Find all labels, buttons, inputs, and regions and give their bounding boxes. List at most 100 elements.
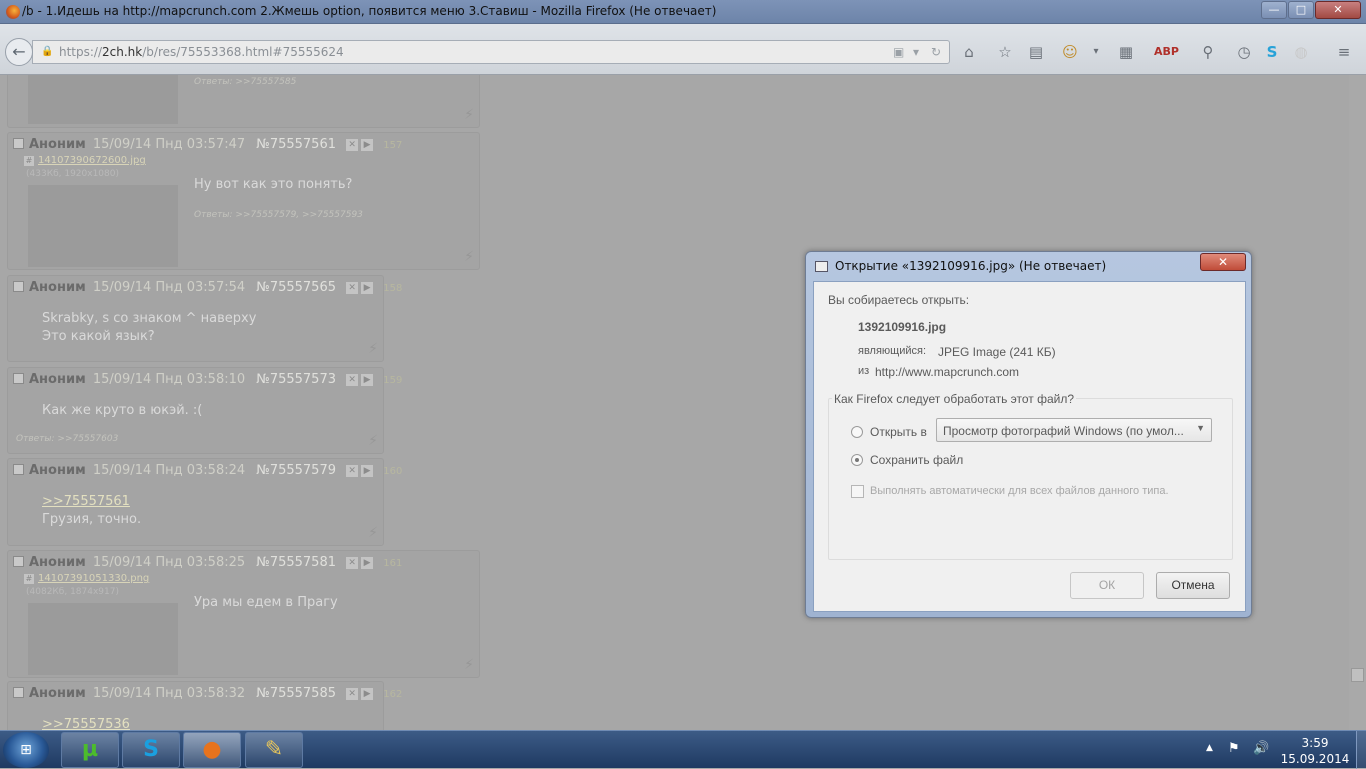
menu-icon[interactable]: ≡ xyxy=(1335,43,1353,61)
save-file-radio[interactable] xyxy=(851,454,863,466)
dialog-title: Открытие «1392109916.jpg» (Не отвечает) xyxy=(835,259,1107,273)
show-hidden-icons-icon[interactable]: ▲ xyxy=(1206,743,1213,753)
post-number[interactable]: №75557585 xyxy=(256,686,336,701)
play-icon[interactable]: ▶ xyxy=(361,557,374,569)
open-with-label[interactable]: Открыть в xyxy=(870,425,927,439)
taskbar-paint[interactable]: ✎ xyxy=(245,732,303,768)
taskbar-firefox[interactable]: ● xyxy=(183,732,241,768)
post-author: Аноним xyxy=(29,555,86,570)
addon-face-icon[interactable]: ☺ xyxy=(1061,43,1079,61)
post-number[interactable]: №75557561 xyxy=(256,137,336,152)
close-window-button[interactable]: ✕ xyxy=(1315,1,1361,19)
post-author: Аноним xyxy=(29,686,86,701)
post-thumbnail[interactable] xyxy=(28,185,178,267)
hide-post-icon[interactable]: ✕ xyxy=(346,282,359,294)
post-author: Аноним xyxy=(29,463,86,478)
open-with-select[interactable]: Просмотр фотографий Windows (по умол... … xyxy=(936,418,1212,442)
url-bar[interactable]: 🔒 https://2ch.hk/b/res/75553368.html#755… xyxy=(32,40,950,64)
utorrent-icon: µ xyxy=(81,737,99,762)
post-thumbnail[interactable] xyxy=(28,603,178,675)
hide-post-icon[interactable]: ✕ xyxy=(346,139,359,151)
window-titlebar[interactable]: /b - 1.Идешь на http://mapcrunch.com 2.Ж… xyxy=(0,0,1366,24)
open-file-dialog: Открытие «1392109916.jpg» (Не отвечает) … xyxy=(805,251,1252,618)
auto-action-checkbox[interactable] xyxy=(851,485,864,498)
post-date: 15/09/14 Пнд 03:58:10 xyxy=(92,372,246,387)
ok-button[interactable]: ОК xyxy=(1070,572,1144,599)
post-text: Ну вот как это понять? xyxy=(194,177,353,192)
home-icon[interactable]: ⌂ xyxy=(960,43,978,61)
bolt-icon: ⚡ xyxy=(464,107,474,123)
post-text: Это какой язык? xyxy=(42,329,155,344)
reader-icon[interactable]: ▣ xyxy=(893,45,904,59)
dropdown-arrow-icon[interactable]: ▾ xyxy=(913,45,919,59)
cancel-button[interactable]: Отмена xyxy=(1156,572,1230,599)
url-text[interactable]: https://2ch.hk/b/res/75553368.html#75555… xyxy=(59,45,344,59)
profile-icon[interactable]: ◍ xyxy=(1292,43,1310,61)
hide-post-icon[interactable]: ✕ xyxy=(346,374,359,386)
start-button[interactable]: ⊞ xyxy=(3,732,49,768)
post-reply-link[interactable]: >>75557561 xyxy=(42,493,130,511)
skype-icon: S xyxy=(143,737,159,762)
bolt-icon: ⚡ xyxy=(464,249,474,265)
post-checkbox[interactable] xyxy=(13,464,24,475)
play-icon[interactable]: ▶ xyxy=(361,139,374,151)
clock-time[interactable]: 3:59 xyxy=(1285,736,1345,750)
adblock-icon[interactable]: ABP xyxy=(1154,43,1179,61)
post-file-link[interactable]: 14107390672600.jpg xyxy=(24,155,146,166)
history-icon[interactable]: ◷ xyxy=(1235,43,1253,61)
dialog-close-button[interactable]: ✕ xyxy=(1200,253,1246,271)
play-icon[interactable]: ▶ xyxy=(361,688,374,700)
hide-post-icon[interactable]: ✕ xyxy=(346,688,359,700)
open-with-radio[interactable] xyxy=(851,426,863,438)
page-scrollbar[interactable] xyxy=(1349,75,1366,730)
skype-addon-icon[interactable]: S xyxy=(1263,43,1281,61)
post-replies[interactable]: Ответы: >>75557603 xyxy=(16,434,118,444)
auto-action-label[interactable]: Выполнять автоматически для всех файлов … xyxy=(870,485,1169,497)
action-center-flag-icon[interactable]: ⚑ xyxy=(1228,741,1240,756)
play-icon[interactable]: ▶ xyxy=(361,374,374,386)
bolt-icon: ⚡ xyxy=(368,525,378,541)
bolt-icon: ⚡ xyxy=(368,341,378,357)
bookmarks-menu-icon[interactable]: ▤ xyxy=(1027,43,1045,61)
post-file-link[interactable]: 14107391051330.png xyxy=(24,573,149,584)
post-thumbnail[interactable] xyxy=(28,75,178,124)
post-header: Аноним 15/09/14 Пнд 03:57:54 №75557565 ✕… xyxy=(13,280,402,295)
bookmark-star-icon[interactable]: ☆ xyxy=(996,43,1014,61)
post: Ответы: >>75557585 ⚡ xyxy=(7,75,480,128)
addon-dropdown-icon[interactable]: ▾ xyxy=(1087,43,1105,61)
play-icon[interactable]: ▶ xyxy=(361,282,374,294)
reload-icon[interactable]: ↻ xyxy=(931,45,941,59)
post-reply-link[interactable]: >>75557536 xyxy=(42,716,130,730)
file-type-label: являющийся: xyxy=(858,345,927,357)
volume-icon[interactable]: 🔊 xyxy=(1253,741,1269,756)
post-number[interactable]: №75557573 xyxy=(256,372,336,387)
feed-icon[interactable]: ▦ xyxy=(1117,43,1135,61)
save-file-label[interactable]: Сохранить файл xyxy=(870,453,963,467)
post-number[interactable]: №75557565 xyxy=(256,280,336,295)
post-replies[interactable]: Ответы: >>75557579, >>75557593 xyxy=(194,210,363,220)
show-desktop-button[interactable] xyxy=(1356,731,1366,769)
post-number[interactable]: №75557581 xyxy=(256,555,336,570)
play-icon[interactable]: ▶ xyxy=(361,465,374,477)
taskbar-utorrent[interactable]: µ xyxy=(61,732,119,768)
post-checkbox[interactable] xyxy=(13,687,24,698)
post-text: Ура мы едем в Прагу xyxy=(194,595,338,610)
clock-date[interactable]: 15.09.2014 xyxy=(1280,752,1350,766)
taskbar-skype[interactable]: S xyxy=(122,732,180,768)
post-date: 15/09/14 Пнд 03:58:32 xyxy=(92,686,246,701)
scrollbar-thumb[interactable] xyxy=(1351,668,1364,682)
post-checkbox[interactable] xyxy=(13,281,24,292)
post-checkbox[interactable] xyxy=(13,373,24,384)
post-checkbox[interactable] xyxy=(13,556,24,567)
minimize-button[interactable]: — xyxy=(1261,1,1287,19)
hide-post-icon[interactable]: ✕ xyxy=(346,557,359,569)
post-checkbox[interactable] xyxy=(13,138,24,149)
post-text: Грузия, точно. xyxy=(42,512,142,527)
post-replies[interactable]: Ответы: >>75557585 xyxy=(194,77,296,87)
post-number[interactable]: №75557579 xyxy=(256,463,336,478)
navigation-toolbar: 🔒 https://2ch.hk/b/res/75553368.html#755… xyxy=(0,24,1366,75)
back-button[interactable]: ← xyxy=(5,38,33,66)
search-icon[interactable]: ⚲ xyxy=(1199,43,1217,61)
hide-post-icon[interactable]: ✕ xyxy=(346,465,359,477)
maximize-button[interactable]: □ xyxy=(1288,1,1314,19)
